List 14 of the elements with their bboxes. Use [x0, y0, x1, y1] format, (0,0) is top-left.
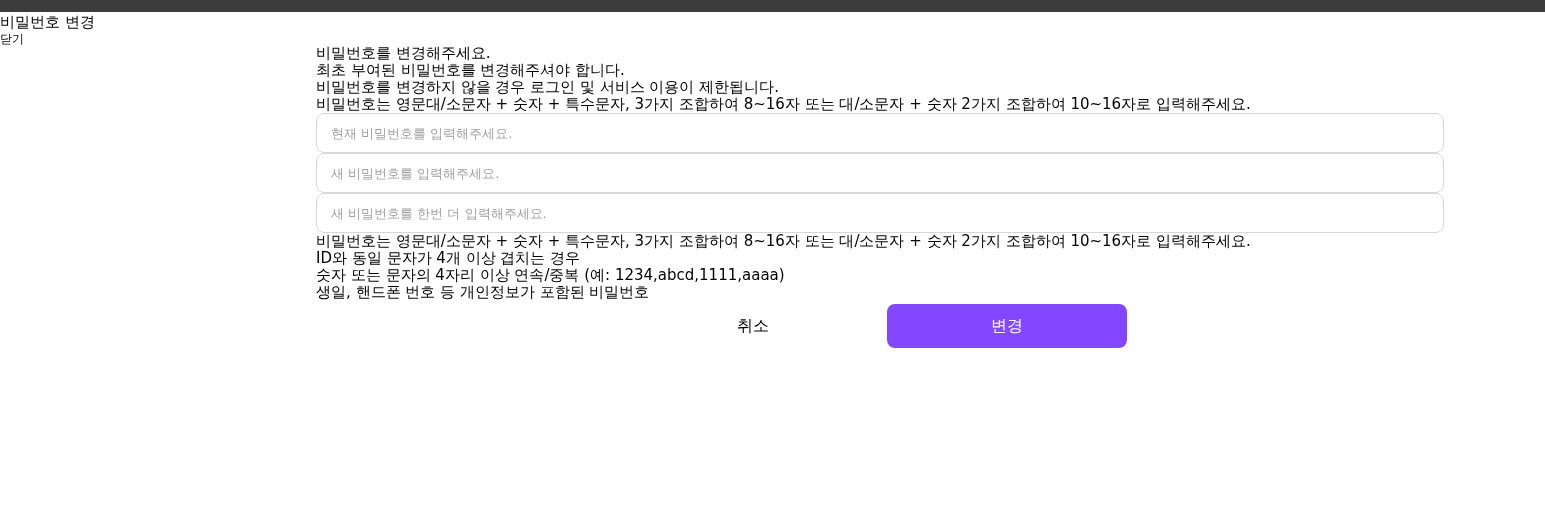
- change-button[interactable]: 변경: [887, 304, 1127, 348]
- password-field[interactable]: 새 비밀번호를 입력해주세요.: [316, 153, 1444, 193]
- notice-text: 비밀번호를 변경해주세요.: [316, 45, 492, 62]
- notice-text: 비밀번호를 변경하지 않을 경우 로그인 및 서비스 이용이 제한됩니다.: [316, 79, 780, 96]
- password-field[interactable]: 현재 비밀번호를 입력해주세요.: [316, 113, 1444, 153]
- rule-text: 숫자 또는 문자의 4자리 이상 연속/중복 (예: 1234,abcd,1111,aaaa): [316, 267, 786, 284]
- rule-text: 비밀번호는 영문대/소문자 + 숫자 + 특수문자, 3가지 조합하여 8~16자 또는 대/소문자 + 숫자 2가지 조합하여 10~16자로 입력해주세요.: [316, 233, 1252, 250]
- rule-text: 생일, 핸드폰 번호 등 개인정보가 포함된 비밀번호: [316, 284, 651, 301]
- password-field[interactable]: 새 비밀번호를 한번 더 입력해주세요.: [316, 193, 1444, 233]
- rule-text: ID와 동일 문자가 4개 이상 겹치는 경우: [316, 250, 582, 267]
- notice-text: 비밀번호는 영문대/소문자 + 숫자 + 특수문자, 3가지 조합하여 8~16자 또는 대/소문자 + 숫자 2가지 조합하여 10~16자로 입력해주세요.: [316, 96, 1252, 113]
- close-link[interactable]: 닫기: [0, 32, 1545, 46]
- page-title: 비밀번호 변경: [0, 12, 96, 32]
- notice-text: 최초 부여된 비밀번호를 변경해주셔야 합니다.: [316, 62, 626, 79]
